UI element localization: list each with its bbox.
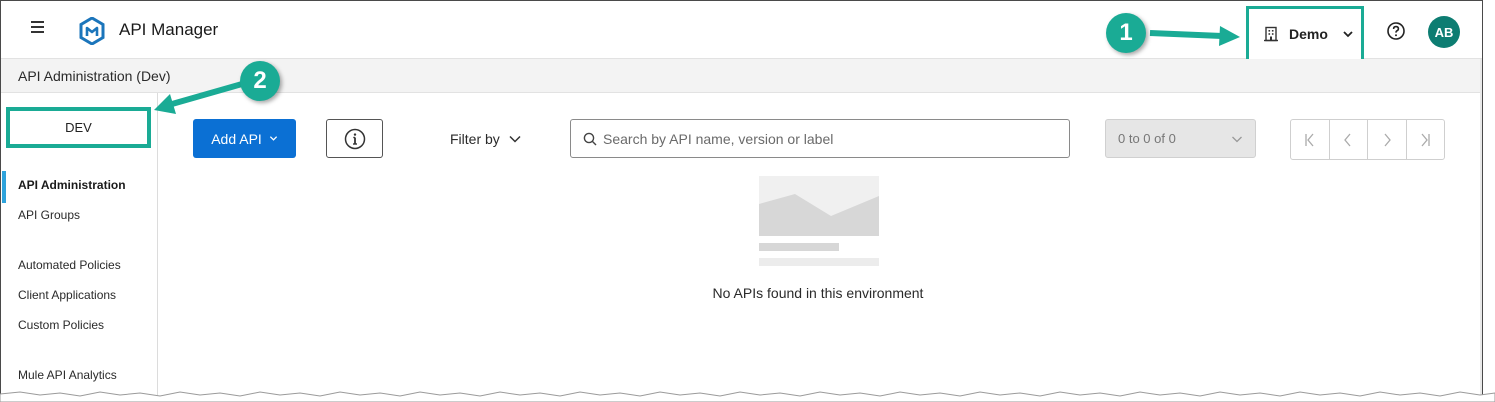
top-bar: API Manager Demo AB xyxy=(1,1,1482,62)
last-page-button[interactable] xyxy=(1407,120,1445,159)
sidebar-item-api-groups[interactable]: API Groups xyxy=(18,208,80,222)
info-icon xyxy=(344,128,365,149)
search-field[interactable] xyxy=(570,119,1070,158)
chevron-right-icon xyxy=(1384,133,1391,146)
sidebar-item-automated-policies[interactable]: Automated Policies xyxy=(18,258,121,272)
breadcrumb: API Administration (Dev) xyxy=(18,68,171,84)
last-page-icon xyxy=(1421,133,1430,146)
scrollbar[interactable] xyxy=(1480,59,1482,402)
environment-selector[interactable]: DEV xyxy=(6,107,151,148)
empty-state-message: No APIs found in this environment xyxy=(712,285,924,301)
add-api-button[interactable]: Add API xyxy=(193,119,296,158)
user-avatar[interactable]: AB xyxy=(1428,16,1460,48)
chevron-down-icon xyxy=(1343,31,1353,38)
sidebar-item-mule-api-analytics[interactable]: Mule API Analytics xyxy=(18,368,117,382)
chevron-left-icon xyxy=(1344,133,1351,146)
torn-edge-decoration xyxy=(0,391,1495,402)
chevron-down-icon xyxy=(269,136,277,141)
mulesoft-logo-icon xyxy=(79,17,105,45)
sidebar-item-api-administration[interactable]: API Administration xyxy=(18,178,126,192)
help-icon[interactable] xyxy=(1386,21,1406,41)
hamburger-menu-icon[interactable] xyxy=(31,21,45,35)
business-group-switcher[interactable]: Demo xyxy=(1246,6,1364,62)
sidebar-item-custom-policies[interactable]: Custom Policies xyxy=(18,318,104,332)
active-nav-indicator xyxy=(2,171,6,203)
add-api-label: Add API xyxy=(211,130,262,147)
info-button[interactable] xyxy=(326,119,383,158)
annotation-callout-2: 2 xyxy=(240,61,280,101)
chevron-down-icon xyxy=(509,135,521,143)
building-icon xyxy=(1264,26,1278,42)
next-page-button[interactable] xyxy=(1368,120,1407,159)
pagination xyxy=(1290,119,1445,160)
previous-page-button[interactable] xyxy=(1330,120,1368,159)
search-input[interactable] xyxy=(603,130,1043,147)
sidebar-item-client-applications[interactable]: Client Applications xyxy=(18,288,116,302)
annotation-callout-1: 1 xyxy=(1106,13,1146,53)
app-title: API Manager xyxy=(119,20,219,39)
results-range-dropdown: 0 to 0 of 0 xyxy=(1105,119,1256,158)
filter-by-dropdown[interactable]: Filter by xyxy=(450,131,522,147)
chevron-down-icon xyxy=(1232,136,1242,142)
breadcrumb-bar: API Administration (Dev) xyxy=(1,59,1482,93)
first-page-icon xyxy=(1305,133,1314,146)
empty-state-illustration xyxy=(759,176,879,266)
app-window: API Manager Demo AB API Administration (… xyxy=(0,0,1483,402)
search-icon xyxy=(583,132,597,145)
first-page-button[interactable] xyxy=(1291,120,1330,159)
sidebar: DEV xyxy=(1,93,158,402)
results-range-label: 0 to 0 of 0 xyxy=(1118,131,1176,146)
filter-by-label: Filter by xyxy=(450,131,500,147)
business-group-label: Demo xyxy=(1289,26,1328,42)
